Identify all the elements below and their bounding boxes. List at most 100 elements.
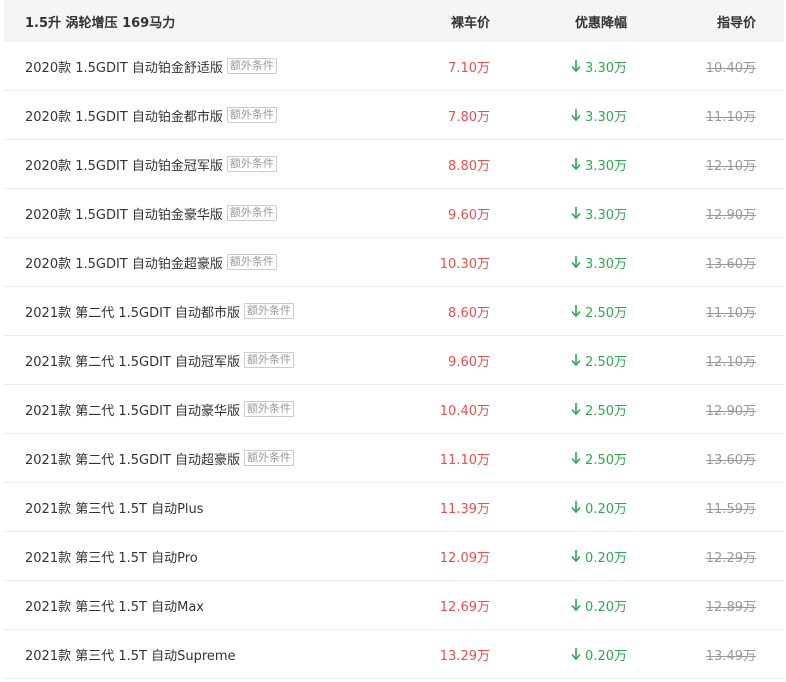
trim-name[interactable]: 2021款 第三代 1.5T 自动Pro [25,547,198,566]
trim-name[interactable]: 2021款 第二代 1.5GDIT 自动超豪版 [25,449,240,468]
trim-name[interactable]: 2020款 1.5GDIT 自动铂金舒适版 [25,57,223,76]
discount-amount: 2.50万 [585,305,627,321]
table-row[interactable]: 2021款 第三代 1.5T 自动Pro 12.09万 0.20万 12.29万 [4,532,784,581]
extra-conditions-tag[interactable]: 额外条件 [226,205,277,221]
net-price: 11.10万 [439,452,490,468]
discount-cell: 0.20万 [490,645,627,664]
table-row[interactable]: 2021款 第二代 1.5GDIT 自动都市版 额外条件 8.60万 2.50万… [4,287,784,336]
arrow-down-icon [570,402,582,416]
trim-name-cell[interactable]: 2020款 1.5GDIT 自动铂金舒适版 额外条件 [4,57,424,76]
arrow-down-icon [570,108,582,122]
table-row[interactable]: 2021款 第二代 1.5GDIT 自动豪华版 额外条件 10.40万 2.50… [4,385,784,434]
trim-name-cell[interactable]: 2021款 第三代 1.5T 自动Pro [4,547,424,566]
net-price: 9.60万 [448,207,490,223]
arrow-down-icon [570,647,582,661]
price-table: 1.5升 涡轮增压 169马力 裸车价 优惠降幅 指导价 2020款 1.5GD… [4,0,784,679]
discount-amount: 3.30万 [585,158,627,174]
extra-conditions-tag[interactable]: 额外条件 [244,450,295,466]
trim-name-cell[interactable]: 2020款 1.5GDIT 自动铂金超豪版 额外条件 [4,253,424,272]
arrow-down-icon [570,598,582,612]
discount-amount: 3.30万 [585,60,627,76]
arrow-down-icon [570,206,582,220]
trim-name[interactable]: 2020款 1.5GDIT 自动铂金豪华版 [25,204,223,223]
extra-conditions-tag[interactable]: 额外条件 [226,156,277,172]
trim-name[interactable]: 2021款 第二代 1.5GDIT 自动都市版 [25,302,240,321]
table-row[interactable]: 2021款 第三代 1.5T 自动Max 12.69万 0.20万 12.89万 [4,581,784,630]
guide-price: 13.60万 [705,256,756,272]
net-price: 13.29万 [439,648,490,664]
discount-cell: 0.20万 [490,498,627,517]
arrow-down-icon [570,255,582,269]
discount-cell: 2.50万 [490,302,627,321]
trim-name[interactable]: 2021款 第二代 1.5GDIT 自动豪华版 [25,400,240,419]
net-price: 8.80万 [448,158,490,174]
trim-name-cell[interactable]: 2020款 1.5GDIT 自动铂金冠军版 额外条件 [4,155,424,174]
guide-price: 12.10万 [705,158,756,174]
trim-name[interactable]: 2020款 1.5GDIT 自动铂金超豪版 [25,253,223,272]
table-row[interactable]: 2021款 第二代 1.5GDIT 自动超豪版 额外条件 11.10万 2.50… [4,434,784,483]
arrow-down-icon [570,451,582,465]
table-row[interactable]: 2021款 第三代 1.5T 自动Plus 11.39万 0.20万 11.59… [4,483,784,532]
table-body: 2020款 1.5GDIT 自动铂金舒适版 额外条件 7.10万 3.30万 1… [4,42,784,679]
extra-conditions-tag[interactable]: 额外条件 [244,303,295,319]
guide-price: 12.89万 [705,599,756,615]
trim-name-cell[interactable]: 2021款 第三代 1.5T 自动Max [4,596,424,615]
discount-amount: 2.50万 [585,452,627,468]
trim-name[interactable]: 2021款 第二代 1.5GDIT 自动冠军版 [25,351,240,370]
trim-name-cell[interactable]: 2021款 第二代 1.5GDIT 自动冠军版 额外条件 [4,351,424,370]
trim-name[interactable]: 2021款 第三代 1.5T 自动Supreme [25,645,236,664]
trim-name-cell[interactable]: 2021款 第三代 1.5T 自动Plus [4,498,424,517]
trim-name-cell[interactable]: 2021款 第二代 1.5GDIT 自动都市版 额外条件 [4,302,424,321]
table-row[interactable]: 2021款 第三代 1.5T 自动Supreme 13.29万 0.20万 13… [4,630,784,679]
discount-cell: 3.30万 [490,253,627,272]
discount-cell: 3.30万 [490,155,627,174]
net-price: 11.39万 [439,501,490,517]
net-price: 8.60万 [448,305,490,321]
net-price: 12.09万 [439,550,490,566]
trim-name[interactable]: 2021款 第三代 1.5T 自动Plus [25,498,204,517]
trim-name[interactable]: 2020款 1.5GDIT 自动铂金冠军版 [25,155,223,174]
guide-price: 11.10万 [705,305,756,321]
discount-cell: 3.30万 [490,57,627,76]
table-row[interactable]: 2020款 1.5GDIT 自动铂金舒适版 额外条件 7.10万 3.30万 1… [4,42,784,91]
discount-amount: 0.20万 [585,648,627,664]
discount-cell: 3.30万 [490,204,627,223]
trim-name[interactable]: 2021款 第三代 1.5T 自动Max [25,596,204,615]
guide-price: 12.90万 [705,207,756,223]
header-discount-label: 优惠降幅 [574,15,627,31]
table-row[interactable]: 2021款 第二代 1.5GDIT 自动冠军版 额外条件 9.60万 2.50万… [4,336,784,385]
table-row[interactable]: 2020款 1.5GDIT 自动铂金豪华版 额外条件 9.60万 3.30万 1… [4,189,784,238]
discount-cell: 2.50万 [490,449,627,468]
extra-conditions-tag[interactable]: 额外条件 [226,107,277,123]
guide-price: 10.40万 [705,60,756,76]
discount-amount: 3.30万 [585,109,627,125]
guide-price: 11.59万 [705,501,756,517]
discount-cell: 0.20万 [490,596,627,615]
trim-name[interactable]: 2020款 1.5GDIT 自动铂金都市版 [25,106,223,125]
arrow-down-icon [570,500,582,514]
extra-conditions-tag[interactable]: 额外条件 [226,58,277,74]
discount-amount: 0.20万 [585,599,627,615]
discount-cell: 0.20万 [490,547,627,566]
arrow-down-icon [570,549,582,563]
extra-conditions-tag[interactable]: 额外条件 [226,254,277,270]
trim-name-cell[interactable]: 2020款 1.5GDIT 自动铂金豪华版 额外条件 [4,204,424,223]
trim-name-cell[interactable]: 2021款 第二代 1.5GDIT 自动超豪版 额外条件 [4,449,424,468]
table-row[interactable]: 2020款 1.5GDIT 自动铂金冠军版 额外条件 8.80万 3.30万 1… [4,140,784,189]
discount-amount: 0.20万 [585,501,627,517]
trim-name-cell[interactable]: 2021款 第三代 1.5T 自动Supreme [4,645,424,664]
extra-conditions-tag[interactable]: 额外条件 [244,401,295,417]
table-row[interactable]: 2020款 1.5GDIT 自动铂金超豪版 额外条件 10.30万 3.30万 … [4,238,784,287]
arrow-down-icon [570,353,582,367]
net-price: 12.69万 [439,599,490,615]
discount-amount: 0.20万 [585,550,627,566]
discount-cell: 2.50万 [490,400,627,419]
discount-amount: 2.50万 [585,354,627,370]
trim-name-cell[interactable]: 2021款 第二代 1.5GDIT 自动豪华版 额外条件 [4,400,424,419]
arrow-down-icon [570,59,582,73]
guide-price: 12.29万 [705,550,756,566]
extra-conditions-tag[interactable]: 额外条件 [244,352,295,368]
header-engine-title: 1.5升 涡轮增压 169马力 [25,15,176,31]
table-row[interactable]: 2020款 1.5GDIT 自动铂金都市版 额外条件 7.80万 3.30万 1… [4,91,784,140]
trim-name-cell[interactable]: 2020款 1.5GDIT 自动铂金都市版 额外条件 [4,106,424,125]
